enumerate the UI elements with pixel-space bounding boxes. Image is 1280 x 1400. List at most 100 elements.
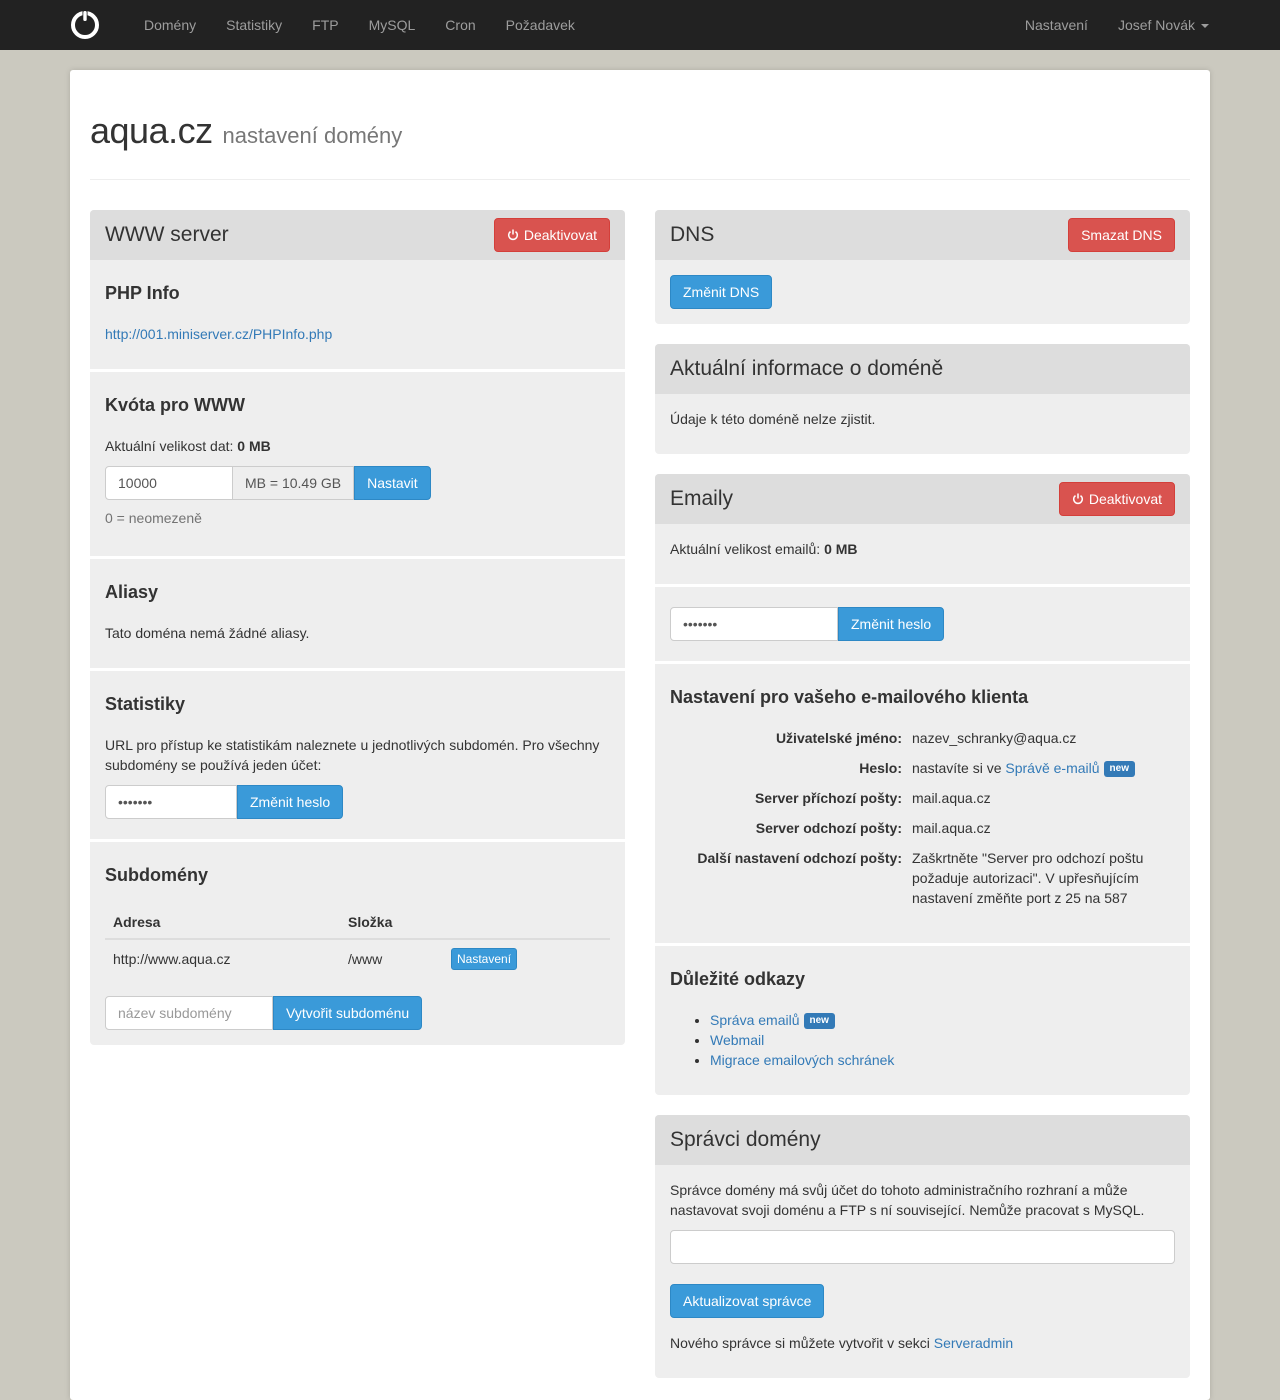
admins-heading: Správci domény (655, 1115, 1190, 1165)
www-deactivate-button[interactable]: Deaktivovat (493, 218, 610, 252)
navbar: Domény Statistiky FTP MySQL Cron Požadav… (0, 0, 1280, 50)
dns-section: Změnit DNS (655, 260, 1190, 324)
dns-title: DNS (670, 223, 715, 246)
emails-password-group: ••••••• Změnit heslo (670, 607, 1175, 641)
phpinfo-section: PHP Info http://001.miniserver.cz/PHPInf… (90, 260, 625, 369)
power-icon (1072, 493, 1083, 505)
emails-panel: Emaily Deaktivovat Aktuální velikost ema… (655, 474, 1190, 1095)
client-username-row: Uživatelské jméno: nazev_schranky@aqua.c… (670, 728, 1175, 748)
subdomains-table: Adresa Složka http://www.aqua.cz /www Na… (105, 906, 610, 978)
www-deactivate-label: Deaktivovat (523, 227, 597, 243)
important-links-section: Důležité odkazy Správa emailůnew Webmail… (655, 943, 1190, 1095)
client-username-value: nazev_schranky@aqua.cz (912, 730, 1077, 746)
domain-info-title: Aktuální informace o doméně (670, 357, 944, 380)
subdomain-settings-button[interactable]: Nastavení (451, 948, 518, 970)
col-folder: Složka (340, 906, 443, 940)
emails-size-value: 0 MB (824, 541, 858, 557)
email-management-link[interactable]: Správě e-mailů (1005, 760, 1099, 776)
admins-panel: Správci domény Správce domény má svůj úč… (655, 1115, 1190, 1378)
emails-size-label: Aktuální velikost emailů: (670, 541, 821, 557)
stats-password-input[interactable]: ••••••• (105, 785, 237, 819)
quota-size-label: Aktuální velikost dat: (105, 438, 234, 454)
phpinfo-title: PHP Info (105, 283, 180, 303)
phpinfo-link[interactable]: http://001.miniserver.cz/PHPInfo.php (105, 326, 332, 342)
nav-item-ftp[interactable]: FTP (297, 0, 353, 50)
link-email-management[interactable]: Správa emailů (710, 1012, 800, 1028)
stats-title: Statistiky (105, 694, 186, 714)
email-client-section: Nastavení pro vašeho e-mailového klienta… (655, 661, 1190, 943)
subdomain-name-input[interactable]: název subdomény (105, 996, 273, 1030)
client-outgoing-label: Server odchozí pošty: (755, 820, 902, 836)
change-dns-button[interactable]: Změnit DNS (670, 275, 773, 309)
nav-item-mysql[interactable]: MySQL (354, 0, 431, 50)
quota-size-value: 0 MB (237, 438, 271, 454)
dns-heading: DNS Smazat DNS (655, 210, 1190, 260)
nav-item-domains[interactable]: Domény (129, 0, 211, 50)
dns-panel: DNS Smazat DNS Změnit DNS (655, 210, 1190, 324)
admins-input[interactable] (670, 1230, 1175, 1264)
nav-item-request[interactable]: Požadavek (491, 0, 590, 50)
table-row: http://www.aqua.cz /www Nastavení (105, 938, 610, 978)
new-badge: new (1103, 761, 1135, 778)
client-username-label: Uživatelské jméno: (775, 730, 902, 746)
important-links-title: Důležité odkazy (670, 969, 806, 989)
serveradmin-link[interactable]: Serveradmin (934, 1335, 1013, 1351)
main-container: aqua.cz nastavení domény WWW server Deak… (70, 70, 1210, 1400)
client-password-label: Heslo: (859, 760, 902, 776)
update-admins-button[interactable]: Aktualizovat správce (670, 1284, 825, 1318)
stats-password-group: ••••••• Změnit heslo (105, 785, 610, 819)
client-outgoing-value: mail.aqua.cz (912, 820, 991, 836)
nav-right: Nastavení Josef Novák (1010, 0, 1224, 50)
client-incoming-value: mail.aqua.cz (912, 790, 991, 806)
link-migration[interactable]: Migrace emailových schránek (710, 1052, 894, 1068)
user-menu[interactable]: Josef Novák (1103, 0, 1224, 50)
power-icon (507, 229, 518, 241)
chevron-down-icon (1201, 24, 1209, 29)
right-column: DNS Smazat DNS Změnit DNS Aktuální infor… (655, 210, 1190, 1398)
nav-item-cron[interactable]: Cron (430, 0, 490, 50)
emails-deactivate-button[interactable]: Deaktivovat (1058, 482, 1175, 516)
client-outgoing-row: Server odchozí pošty: mail.aqua.cz (670, 818, 1175, 838)
emails-title: Emaily (670, 487, 734, 510)
domain-info-text: Údaje k této doméně nelze zjistit. (670, 411, 876, 427)
stats-text: URL pro přístup ke statistikám naleznete… (105, 737, 600, 773)
main-nav: Domény Statistiky FTP MySQL Cron Požadav… (129, 0, 590, 50)
new-badge: new (803, 1013, 835, 1030)
delete-dns-button[interactable]: Smazat DNS (1068, 218, 1175, 252)
quota-input[interactable]: 10000 (105, 466, 233, 500)
link-webmail[interactable]: Webmail (710, 1032, 764, 1048)
stats-change-password-button[interactable]: Změnit heslo (237, 785, 344, 819)
quota-section: Kvóta pro WWW Aktuální velikost dat: 0 M… (90, 369, 625, 556)
quota-set-button[interactable]: Nastavit (354, 466, 431, 500)
subdomain-create-group: název subdomény Vytvořit subdoménu (105, 996, 610, 1030)
page-subtitle: nastavení domény (222, 123, 403, 148)
logo-icon[interactable] (70, 10, 100, 40)
subdomains-section: Subdomény Adresa Složka http://www.aqua. (90, 839, 625, 1045)
emails-size-section: Aktuální velikost emailů: 0 MB (655, 524, 1190, 584)
admins-title: Správci domény (670, 1128, 821, 1151)
client-incoming-label: Server příchozí pošty: (754, 790, 902, 806)
left-column: WWW server Deaktivovat PHP Info http://0… (90, 210, 625, 1398)
emails-change-password-button[interactable]: Změnit heslo (838, 607, 945, 641)
page-title: aqua.cz (90, 110, 213, 151)
create-subdomain-button[interactable]: Vytvořit subdoménu (273, 996, 423, 1030)
important-links-list: Správa emailůnew Webmail Migrace emailov… (670, 1010, 1175, 1070)
www-server-title: WWW server (105, 223, 229, 246)
client-other-label: Další nastavení odchozí pošty: (697, 850, 902, 866)
user-name: Josef Novák (1117, 17, 1195, 33)
subdomains-title: Subdomény (105, 865, 209, 885)
emails-deactivate-label: Deaktivovat (1088, 491, 1162, 507)
quota-addon: MB = 10.49 GB (233, 466, 355, 500)
quota-title: Kvóta pro WWW (105, 395, 245, 415)
nav-item-statistics[interactable]: Statistiky (211, 0, 297, 50)
aliases-title: Aliasy (105, 582, 159, 602)
client-other-row: Další nastavení odchozí pošty: Zaškrtnět… (670, 848, 1175, 908)
emails-password-section: ••••••• Změnit heslo (655, 584, 1190, 661)
client-password-text: nastavíte si ve (912, 760, 1002, 776)
emails-password-input[interactable]: ••••••• (670, 607, 838, 641)
aliases-text: Tato doména nemá žádné aliasy. (105, 625, 310, 641)
nav-item-settings[interactable]: Nastavení (1010, 0, 1103, 50)
list-item: Migrace emailových schránek (710, 1050, 1175, 1070)
www-server-panel: WWW server Deaktivovat PHP Info http://0… (90, 210, 625, 1045)
list-item: Správa emailůnew (710, 1010, 1175, 1030)
